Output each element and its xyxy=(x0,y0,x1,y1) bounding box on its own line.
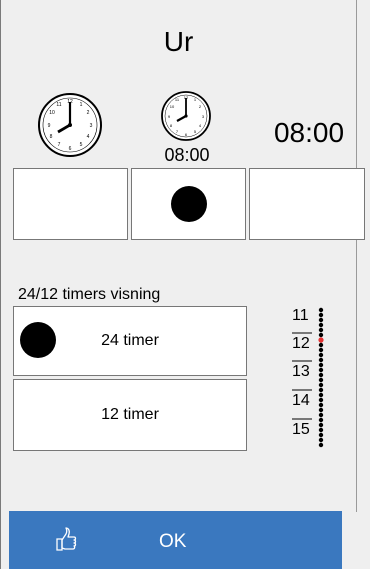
svg-text:10: 10 xyxy=(49,110,55,116)
format-24h-label: 24 timer xyxy=(101,332,159,349)
svg-text:1: 1 xyxy=(80,102,83,108)
option-digital-button[interactable] xyxy=(249,168,365,240)
panel-edge xyxy=(356,0,357,512)
page-title: Ur xyxy=(163,26,194,57)
svg-text:3: 3 xyxy=(90,123,93,129)
svg-text:2: 2 xyxy=(87,110,90,116)
scroller-track xyxy=(292,307,324,448)
svg-text:6: 6 xyxy=(69,146,72,152)
settings-panel xyxy=(0,0,370,569)
selected-indicator xyxy=(171,186,207,222)
format-24h-button[interactable]: 24 timer xyxy=(13,306,247,376)
ok-button[interactable]: OK xyxy=(9,511,342,569)
format-12h-label: 12 timer xyxy=(101,406,159,423)
svg-text:10: 10 xyxy=(170,104,175,109)
svg-text:8: 8 xyxy=(50,134,53,140)
option-analog-button[interactable] xyxy=(13,168,128,240)
svg-text:4: 4 xyxy=(87,134,90,140)
scroller-current-indicator xyxy=(318,337,324,343)
format-section-label: 24/12 timers visning xyxy=(18,286,161,303)
digital-time-small: 08:00 xyxy=(164,145,210,165)
format-12h-button[interactable]: 12 timer xyxy=(13,379,247,451)
ok-label: OK xyxy=(159,531,187,552)
svg-text:9: 9 xyxy=(48,123,51,129)
thumbs-up-icon xyxy=(56,527,77,551)
analog-clock-icon: 1212 345 678 91011 xyxy=(38,93,102,157)
svg-text:7: 7 xyxy=(58,142,61,148)
analog-clock-small-icon: 12 12 345 678 91011 xyxy=(161,91,211,141)
digital-time-large: 08:00 xyxy=(273,117,345,148)
svg-text:5: 5 xyxy=(80,142,83,148)
svg-text:11: 11 xyxy=(56,102,61,108)
option-analog-digital-button[interactable] xyxy=(131,168,246,240)
